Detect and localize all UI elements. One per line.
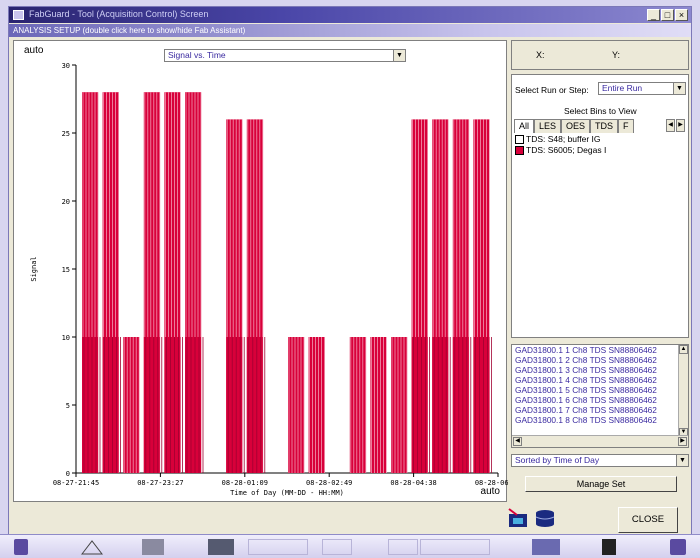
taskbar <box>0 534 700 558</box>
tab-les[interactable]: LES <box>534 119 562 133</box>
horizontal-scrollbar[interactable]: ◀ ▶ <box>512 435 688 447</box>
scroll-right-icon[interactable]: ▶ <box>678 437 687 446</box>
y-tick-label: 10 <box>62 334 70 342</box>
vertical-scrollbar[interactable]: ▲ ▼ <box>678 345 688 437</box>
taskbar-app-icon[interactable] <box>208 539 234 555</box>
scroll-up-icon[interactable]: ▲ <box>679 345 688 354</box>
sort-order-dropdown[interactable]: Sorted by Time of Day ▼ <box>511 454 689 467</box>
run-file-list: GAD31800.1 1 Ch8 TDS SN88806462 GAD31800.… <box>511 344 689 448</box>
bar <box>123 337 140 473</box>
file-list-item[interactable]: GAD31800.1 2 Ch8 TDS SN88806462 <box>512 355 688 365</box>
taskbar-app-icon[interactable] <box>142 539 164 555</box>
y-tick-label: 25 <box>62 130 70 138</box>
export-data-icon[interactable] <box>507 507 531 529</box>
maximize-button[interactable]: □ <box>661 9 674 21</box>
analysis-setup-banner[interactable]: ANALYSIS SETUP (double click here to sho… <box>9 24 691 37</box>
y-tick-label: 0 <box>66 470 70 478</box>
x-tick-label: 08-28-02:49 <box>306 479 352 487</box>
auto-scale-y-label[interactable]: auto <box>24 45 43 56</box>
scroll-left-icon[interactable]: ◀ <box>513 437 522 446</box>
taskbar-app-icon[interactable] <box>322 539 352 555</box>
y-coordinate-label: Y: <box>612 50 621 60</box>
file-list-item[interactable]: GAD31800.1 6 Ch8 TDS SN88806462 <box>512 395 688 405</box>
bin-label: TDS: S48; buffer IG <box>526 134 601 144</box>
y-tick-label: 15 <box>62 266 70 274</box>
taskbar-tool-icon[interactable] <box>80 539 104 555</box>
file-list-item[interactable]: GAD31800.1 8 Ch8 TDS SN88806462 <box>512 415 688 425</box>
bar <box>308 337 325 473</box>
y-tick-label: 30 <box>62 62 70 70</box>
close-button[interactable]: CLOSE <box>618 507 678 533</box>
bin-color-swatch <box>515 146 524 155</box>
bin-tabs: All LES OES TDS F <box>514 119 634 133</box>
chart: 0 5 10 15 20 25 30 08-27-21:45 08-27-23:27 08-28-… <box>30 62 508 497</box>
taskbar-app-icon[interactable] <box>420 539 490 555</box>
main-window: FabGuard - Tool (Acquisition Control) Sc… <box>8 6 692 544</box>
x-axis-label: Time of Day (MM-DD - HH:MM) <box>230 489 344 497</box>
bin-item[interactable]: TDS: S6005; Degas I <box>514 145 686 156</box>
bin-item[interactable]: TDS: S48; buffer IG <box>514 134 686 145</box>
x-tick-label: 08-27-23:27 <box>137 479 183 487</box>
app-icon <box>13 10 24 20</box>
manage-set-button[interactable]: Manage Set <box>525 476 677 492</box>
run-select-label: Select Run or Step: <box>515 85 589 95</box>
bin-color-swatch <box>515 135 524 144</box>
x-tick-label: 08-28-01:09 <box>222 479 268 487</box>
y-tick-label: 5 <box>66 402 70 410</box>
bins-title: Select Bins to View <box>564 106 637 116</box>
taskbar-app-icon[interactable] <box>532 539 560 555</box>
taskbar-tray-icon[interactable] <box>670 539 686 555</box>
run-step-value: Entire Run <box>602 83 643 93</box>
file-list-item[interactable]: GAD31800.1 1 Ch8 TDS SN88806462 <box>512 345 688 355</box>
database-icon[interactable] <box>533 507 557 529</box>
y-axis-label: Signal <box>30 256 38 281</box>
minimize-button[interactable]: _ <box>647 9 660 21</box>
bin-label: TDS: S6005; Degas I <box>526 145 607 155</box>
bin-selection-panel: Select Run or Step: Entire Run ▼ Select … <box>511 74 689 338</box>
taskbar-app-icon[interactable] <box>248 539 308 555</box>
title-bar[interactable]: FabGuard - Tool (Acquisition Control) Sc… <box>9 7 691 23</box>
x-tick-label: 08-28-04:38 <box>390 479 436 487</box>
taskbar-app-icon[interactable] <box>602 539 616 555</box>
view-type-dropdown[interactable]: Signal vs. Time ▼ <box>164 49 406 62</box>
file-list-item[interactable]: GAD31800.1 4 Ch8 TDS SN88806462 <box>512 375 688 385</box>
tab-scroll-right-icon[interactable]: ▶ <box>676 119 685 132</box>
file-list-item[interactable]: GAD31800.1 7 Ch8 TDS SN88806462 <box>512 405 688 415</box>
run-step-dropdown[interactable]: Entire Run ▼ <box>598 82 686 95</box>
tab-oes[interactable]: OES <box>561 119 591 133</box>
view-type-value: Signal vs. Time <box>168 50 226 60</box>
y-tick-label: 20 <box>62 198 70 206</box>
taskbar-start-icon[interactable] <box>14 539 28 555</box>
tab-scroll-left-icon[interactable]: ◀ <box>666 119 675 132</box>
bin-list: TDS: S48; buffer IG TDS: S6005; Degas I <box>514 134 686 156</box>
tab-all[interactable]: All <box>514 119 535 133</box>
tab-tds[interactable]: TDS <box>590 119 619 133</box>
close-window-button[interactable]: × <box>675 9 688 21</box>
window-title: FabGuard - Tool (Acquisition Control) Sc… <box>29 9 209 19</box>
file-list-item[interactable]: GAD31800.1 5 Ch8 TDS SN88806462 <box>512 385 688 395</box>
chevron-down-icon: ▼ <box>393 50 405 61</box>
auto-scale-x-label[interactable]: auto <box>481 486 500 497</box>
file-list-item[interactable]: GAD31800.1 3 Ch8 TDS SN88806462 <box>512 365 688 375</box>
bar <box>288 337 305 473</box>
cursor-coordinates: X: Y: <box>511 40 689 70</box>
bar <box>349 337 366 473</box>
x-coordinate-label: X: <box>536 50 545 60</box>
sort-order-value: Sorted by Time of Day <box>515 455 600 465</box>
taskbar-app-icon[interactable] <box>388 539 418 555</box>
plot-panel: 0 5 10 15 20 25 30 08-27-21:45 08-27-23:27 08-28-… <box>13 40 508 502</box>
bar <box>370 337 387 473</box>
chevron-down-icon: ▼ <box>676 455 688 466</box>
bar <box>391 337 408 473</box>
x-tick-label: 08-27-21:45 <box>53 479 99 487</box>
chevron-down-icon: ▼ <box>673 83 685 94</box>
tab-f[interactable]: F <box>618 119 634 133</box>
